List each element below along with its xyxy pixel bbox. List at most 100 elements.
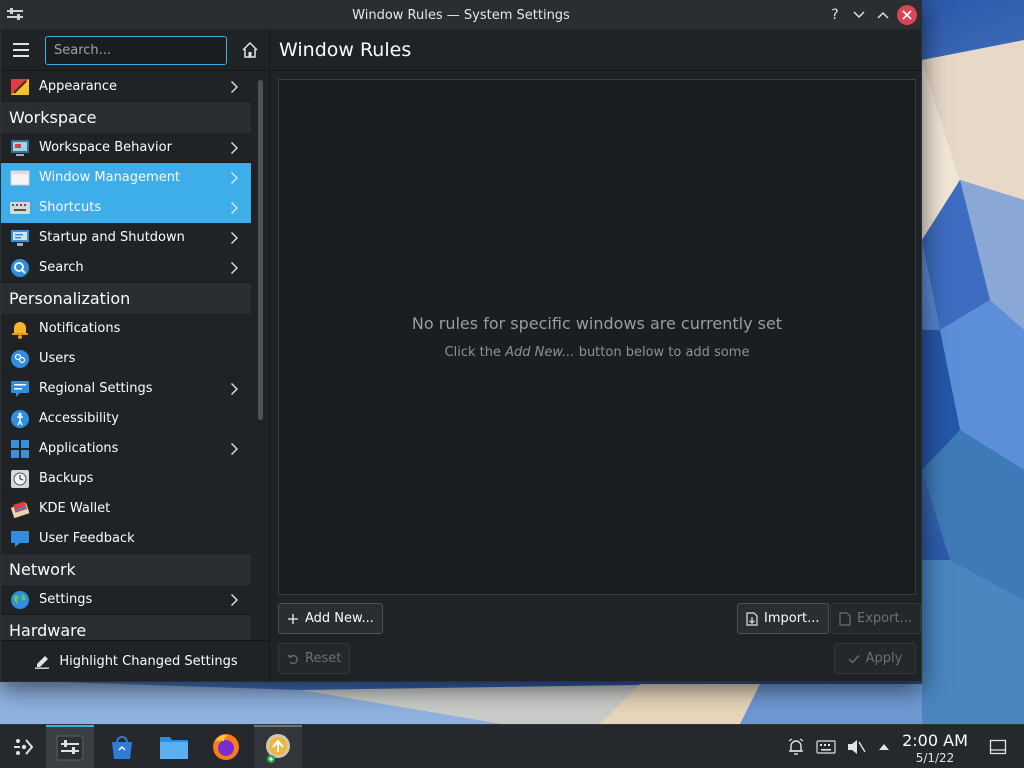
show-desktop-button[interactable] — [986, 725, 1010, 768]
page-title: Window Rules — [271, 30, 921, 71]
clock-date: 5/1/22 — [915, 751, 955, 765]
hamburger-menu-button[interactable] — [9, 37, 35, 63]
window-management-icon — [9, 168, 31, 188]
launcher-icon — [14, 739, 34, 755]
sidebar-item-window-management[interactable]: Window Management — [1, 163, 251, 193]
taskbar-system-settings[interactable] — [46, 725, 94, 768]
sidebar-item-kde-wallet[interactable]: KDE Wallet — [1, 494, 251, 524]
sidebar-item-regional-settings[interactable]: Regional Settings — [1, 374, 251, 404]
workspace-behavior-icon — [9, 138, 31, 158]
sidebar-item-settings[interactable]: Settings — [1, 585, 251, 615]
sidebar-item-notifications[interactable]: Notifications — [1, 314, 251, 344]
update-icon — [266, 734, 290, 763]
window-controls: ? — [825, 5, 917, 25]
sidebar-item-startup-and-shutdown[interactable]: Startup and Shutdown — [1, 223, 251, 253]
taskbar-discover[interactable] — [98, 725, 146, 768]
checkmark-icon — [848, 654, 860, 664]
sidebar-item-user-feedback[interactable]: User Feedback — [1, 524, 251, 554]
search-icon — [9, 258, 31, 278]
reset-button[interactable]: Reset — [278, 643, 351, 674]
sidebar-item-label: Backups — [39, 471, 94, 486]
regional-icon — [9, 379, 31, 399]
undo-icon — [287, 654, 298, 664]
folder-icon — [160, 737, 188, 759]
virtual-keyboard-icon — [816, 740, 836, 754]
sidebar-item-shortcuts[interactable]: Shortcuts — [1, 193, 251, 223]
chevron-right-icon — [230, 231, 239, 245]
add-new-button[interactable]: Add New... — [278, 603, 383, 634]
chevron-right-icon — [230, 171, 239, 185]
highlight-changed-settings-button[interactable]: Highlight Changed Settings — [1, 640, 270, 681]
export-label: Export... — [857, 611, 912, 626]
taskbar-firefox[interactable] — [202, 725, 250, 768]
keyboard-tray-button[interactable] — [814, 725, 838, 768]
sidebar-item-label: Accessibility — [39, 411, 119, 426]
show-hidden-icons-button[interactable] — [874, 725, 894, 768]
sidebar-item-label: Appearance — [39, 79, 118, 94]
system-settings-icon — [56, 735, 84, 761]
import-button[interactable]: Import... — [737, 603, 829, 634]
chevron-right-icon — [230, 382, 239, 396]
discover-store-icon — [112, 736, 132, 759]
clock-time: 2:00 AM — [902, 731, 968, 750]
search-field[interactable] — [45, 35, 227, 65]
sidebar-item-label: Regional Settings — [39, 381, 153, 396]
highlight-changed-label: Highlight Changed Settings — [59, 653, 238, 669]
taskbar-update-app[interactable] — [254, 725, 302, 768]
close-button[interactable] — [897, 5, 917, 25]
sidebar-item-appearance[interactable]: Appearance — [1, 72, 251, 102]
home-icon — [242, 41, 258, 58]
window-rules-list[interactable]: No rules for specific windows are curren… — [278, 79, 916, 595]
system-settings-app-icon[interactable] — [5, 6, 25, 24]
keyboard-icon — [9, 198, 31, 218]
export-icon — [839, 611, 851, 626]
sidebar-item-accessibility[interactable]: Accessibility — [1, 404, 251, 434]
chevron-right-icon — [230, 80, 239, 94]
sidebar-item-label: KDE Wallet — [39, 501, 111, 516]
sidebar-item-workspace-behavior[interactable]: Workspace Behavior — [1, 133, 251, 163]
import-label: Import... — [764, 611, 820, 626]
maximize-button[interactable] — [873, 5, 893, 25]
digital-clock[interactable]: 2:00 AM 5/1/22 — [896, 731, 974, 765]
search-input[interactable] — [54, 42, 226, 58]
sidebar-item-label: User Feedback — [39, 531, 135, 546]
highlighter-icon — [35, 656, 50, 669]
volume-tray-button[interactable] — [844, 725, 868, 768]
applications-icon — [9, 439, 31, 459]
add-new-label: Add New... — [305, 611, 374, 626]
apply-label: Apply — [865, 651, 903, 666]
minimize-button[interactable] — [849, 5, 869, 25]
sidebar-item-label: Window Management — [39, 170, 181, 185]
title-bar[interactable]: Window Rules — System Settings ? — [1, 1, 921, 30]
chevron-right-icon — [230, 261, 239, 275]
users-icon — [9, 349, 31, 369]
sidebar-item-label: Users — [39, 351, 76, 366]
wallet-icon — [9, 499, 31, 519]
startup-icon — [9, 228, 31, 248]
apply-button[interactable]: Apply — [834, 643, 916, 674]
sidebar-item-search[interactable]: Search — [1, 253, 251, 283]
export-button[interactable]: Export... — [830, 603, 921, 634]
chevron-right-icon — [230, 141, 239, 155]
application-launcher-button[interactable] — [0, 725, 48, 768]
sidebar-item-backups[interactable]: Backups — [1, 464, 251, 494]
plus-icon — [288, 613, 298, 624]
sidebar-item-users[interactable]: Users — [1, 344, 251, 374]
sidebar-item-applications[interactable]: Applications — [1, 434, 251, 464]
taskbar-dolphin[interactable] — [150, 725, 198, 768]
home-button[interactable] — [239, 39, 261, 61]
empty-state-title: No rules for specific windows are curren… — [411, 314, 783, 333]
show-desktop-icon — [989, 739, 1007, 755]
sidebar-scrollbar[interactable] — [258, 80, 263, 420]
close-icon — [902, 10, 912, 20]
sidebar-item-label: Search — [39, 260, 84, 275]
empty-state-hint: Click the Add New... button below to add… — [444, 345, 750, 360]
sidebar-item-label: Shortcuts — [39, 200, 102, 215]
taskbar: 2:00 AM 5/1/22 — [0, 724, 1024, 768]
accessibility-icon — [9, 409, 31, 429]
notifications-tray-button[interactable] — [784, 725, 808, 768]
sidebar-section-hardware: Hardware — [1, 615, 251, 640]
sidebar-section-network: Network — [1, 554, 251, 585]
sidebar-category-list: Appearance Workspace Workspace Behavior Win… — [1, 72, 251, 640]
help-button[interactable]: ? — [825, 5, 845, 25]
